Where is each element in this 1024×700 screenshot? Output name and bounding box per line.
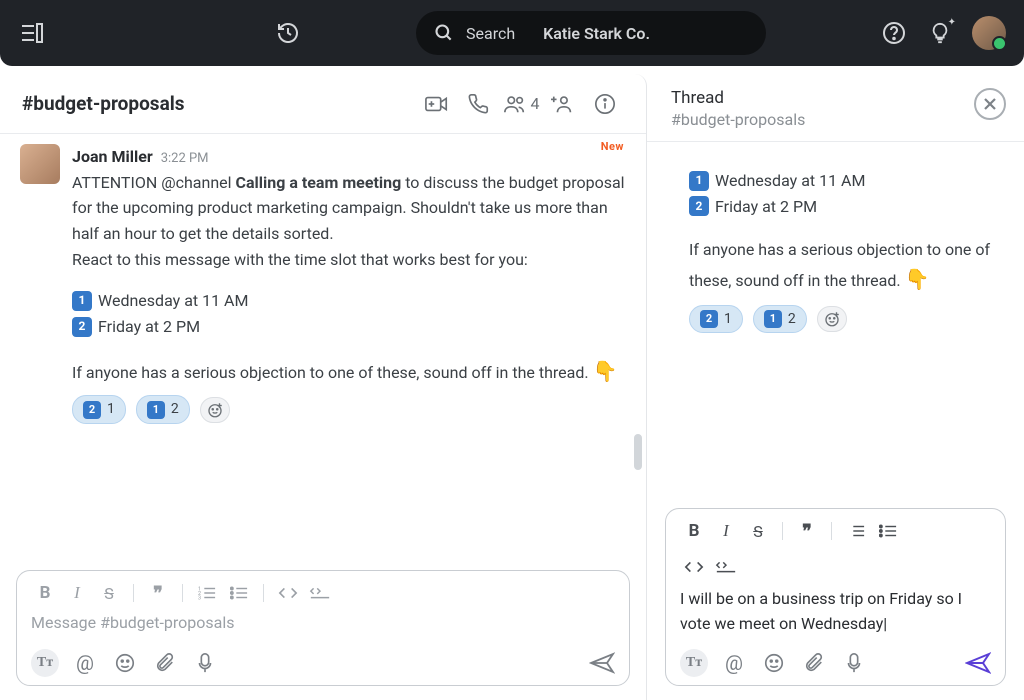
bullet-list-button[interactable] [225, 581, 253, 605]
start-video-button[interactable] [418, 86, 456, 122]
thread-channel[interactable]: #budget-proposals [671, 110, 974, 129]
message-react-prompt: React to this message with the time slot… [72, 247, 626, 273]
two-emoji: 2 [83, 401, 101, 419]
composer-input[interactable]: Message #budget-proposals [31, 613, 615, 637]
search-placeholder: Search [466, 24, 515, 43]
one-emoji: 1 [72, 291, 92, 311]
quote-button[interactable]: ❞ [793, 519, 821, 543]
strike-button[interactable]: S [744, 519, 772, 543]
close-thread-button[interactable] [974, 88, 1006, 120]
thread-pane: Thread #budget-proposals 1 Wednesday at … [647, 74, 1024, 700]
scrollbar[interactable] [634, 434, 642, 470]
thread-header: Thread #budget-proposals [647, 74, 1024, 142]
start-call-button[interactable] [460, 86, 498, 122]
audio-button[interactable] [191, 649, 219, 677]
reaction-1[interactable]: 2 1 [689, 305, 743, 333]
numbered-list-button[interactable]: 123 [193, 581, 221, 605]
message-avatar[interactable] [20, 144, 60, 184]
reaction-1[interactable]: 2 1 [72, 395, 126, 423]
member-count: 4 [531, 94, 540, 113]
emoji-button[interactable] [760, 649, 788, 677]
strike-button[interactable]: S [95, 581, 123, 605]
thread-message: 1 Wednesday at 11 AM 2 Friday at 2 PM If… [647, 142, 1024, 333]
reaction-count: 2 [171, 398, 179, 420]
bold-button[interactable]: B [31, 581, 59, 605]
emoji-button[interactable] [111, 649, 139, 677]
svg-text:3: 3 [198, 595, 201, 601]
reaction-2[interactable]: 1 2 [753, 305, 807, 333]
format-toolbar: B I S ❞ 123 [31, 581, 615, 605]
two-emoji: 2 [689, 196, 709, 216]
numbered-list-button[interactable] [842, 519, 870, 543]
menu-icon[interactable] [18, 19, 46, 47]
one-emoji: 1 [689, 171, 709, 191]
message-text: ATTENTION @channel Calling a team meetin… [72, 170, 626, 247]
message-list: New Joan Miller 3:22 PM ATTENTION @chann… [0, 134, 646, 562]
new-label: New [601, 140, 624, 153]
reaction-count: 1 [724, 308, 732, 330]
thread-format-toolbar: B I S ❞ [680, 519, 991, 579]
mention-button[interactable]: @ [71, 649, 99, 677]
thread-composer[interactable]: B I S ❞ I will be on a business trip on … [665, 508, 1006, 686]
two-emoji: 2 [72, 317, 92, 337]
add-member-button[interactable] [544, 86, 582, 122]
reaction-count: 1 [107, 398, 115, 420]
channel-name[interactable]: #budget-proposals [22, 92, 418, 115]
send-button[interactable] [589, 652, 615, 674]
add-reaction-button[interactable] [200, 397, 230, 423]
point-down-icon: 👇 [593, 359, 618, 383]
top-bar: Search Katie Stark Co. ✦ [0, 0, 1024, 66]
message-time: 3:22 PM [161, 149, 209, 170]
thread-objection: If anyone has a serious objection to one… [689, 237, 994, 295]
add-reaction-button[interactable] [817, 306, 847, 332]
code-button[interactable] [274, 581, 302, 605]
search-input[interactable]: Search Katie Stark Co. [416, 11, 766, 55]
channel-info-button[interactable] [586, 86, 624, 122]
attach-button[interactable] [800, 649, 828, 677]
attach-button[interactable] [151, 649, 179, 677]
help-icon[interactable] [880, 19, 908, 47]
send-button[interactable] [965, 652, 991, 674]
search-icon [434, 23, 454, 43]
italic-button[interactable]: I [63, 581, 91, 605]
format-toggle-button[interactable]: Tт [31, 649, 59, 677]
channel-pane: #budget-proposals 4 [0, 74, 647, 700]
message-author[interactable]: Joan Miller [72, 144, 153, 170]
message[interactable]: Joan Miller 3:22 PM ATTENTION @channel C… [20, 144, 626, 424]
search-workspace: Katie Stark Co. [543, 24, 650, 43]
one-emoji: 1 [764, 310, 782, 328]
mention-button[interactable]: @ [720, 649, 748, 677]
objection-line: If anyone has a serious objection to one… [72, 355, 626, 387]
codeblock-button[interactable] [712, 555, 740, 579]
one-emoji: 1 [147, 401, 165, 419]
message-composer[interactable]: B I S ❞ 123 Message #budget-proposals Tт… [16, 570, 630, 686]
bullet-list-button[interactable] [874, 519, 902, 543]
thread-slot-2: 2 Friday at 2 PM [689, 194, 994, 220]
reactions: 2 1 1 2 [72, 395, 626, 423]
codeblock-button[interactable] [306, 581, 334, 605]
thread-slot-1: 1 Wednesday at 11 AM [689, 168, 994, 194]
slot-1: 1 Wednesday at 11 AM [72, 288, 626, 314]
history-icon[interactable] [274, 19, 302, 47]
members-button[interactable]: 4 [502, 86, 540, 122]
thread-reactions: 2 1 1 2 [689, 305, 994, 333]
point-down-icon: 👇 [905, 267, 930, 291]
reaction-2[interactable]: 1 2 [136, 395, 190, 423]
thread-title: Thread [671, 88, 974, 108]
format-toggle-button[interactable]: Tт [680, 649, 708, 677]
channel-header: #budget-proposals 4 [0, 74, 646, 134]
code-button[interactable] [680, 555, 708, 579]
thread-composer-input[interactable]: I will be on a business trip on Friday s… [680, 587, 991, 637]
avatar[interactable] [972, 16, 1006, 50]
audio-button[interactable] [840, 649, 868, 677]
reaction-count: 2 [788, 308, 796, 330]
two-emoji: 2 [700, 310, 718, 328]
bold-button[interactable]: B [680, 519, 708, 543]
lightbulb-icon[interactable]: ✦ [926, 19, 954, 47]
slot-2: 2 Friday at 2 PM [72, 314, 626, 340]
quote-button[interactable]: ❞ [144, 581, 172, 605]
italic-button[interactable]: I [712, 519, 740, 543]
